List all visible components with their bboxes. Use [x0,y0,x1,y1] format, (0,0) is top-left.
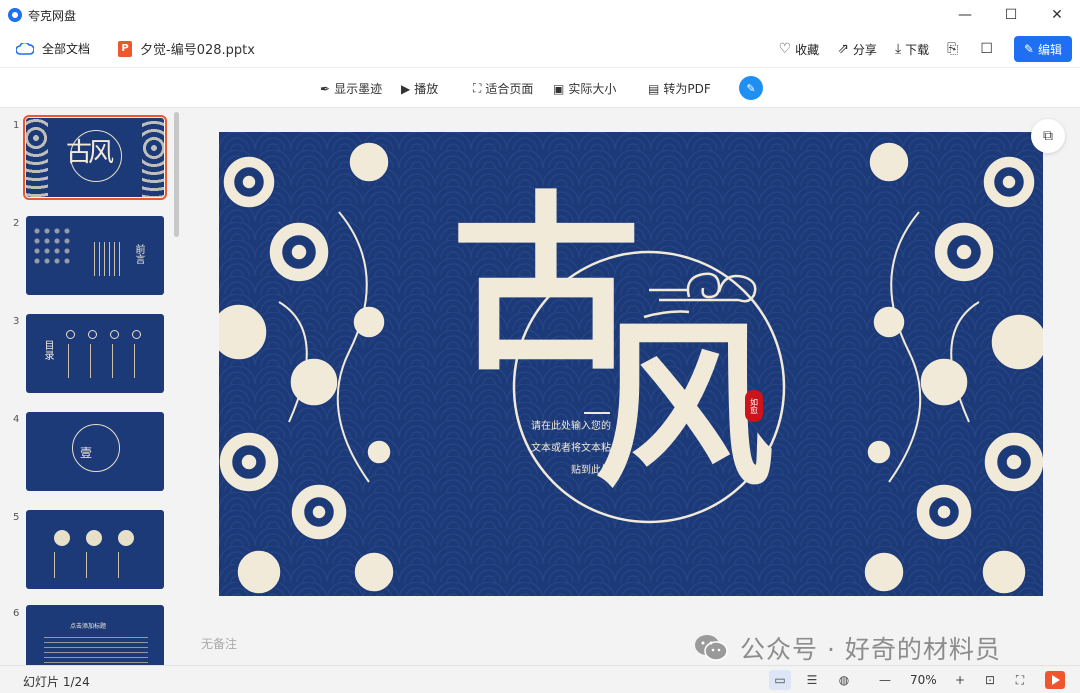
pptx-file-icon: P [118,40,133,57]
heart-icon: ♡ [778,41,792,57]
red-seal-stamp: 如愈 [745,390,763,422]
ink-icon: ✒ [320,81,331,96]
thumb-number: 5 [13,512,20,523]
export-button[interactable]: ⎘ [938,41,971,57]
app-logo-icon [8,8,22,22]
fit-page-icon: ⛶ [473,81,482,95]
thumb-number: 4 [13,414,20,425]
thumbnail-slide-5[interactable] [26,510,164,589]
watermark: 公众号 · 好奇的材料员 [694,630,1001,666]
minimize-button[interactable]: — [942,0,988,30]
feedback-button[interactable]: ☐ [971,41,1006,57]
cloud-icon [16,42,34,55]
fullscreen-icon: ⛶ [1015,672,1025,687]
download-icon: ⤓ [894,41,902,57]
favorite-button[interactable]: ♡ 收藏 [770,41,829,58]
normal-view-button[interactable]: ▭ [769,670,791,690]
file-name: 夕觉-编号028.pptx [140,43,255,58]
play-button[interactable]: ▶ 播放 [401,80,438,97]
slide-counter: 幻灯片 1/24 [23,675,90,689]
notes-view-button[interactable]: ☰ [801,670,823,690]
notes-placeholder[interactable]: 无备注 [201,635,237,652]
export-icon: ⎘ [947,41,959,57]
to-pdf-button[interactable]: ▤ 转为PDF [648,80,711,97]
notes-view-icon: ☰ [806,673,818,687]
feedback-icon: ☐ [980,41,993,57]
thumb-title: 目录 [42,340,53,360]
thumb-number: 3 [13,316,20,327]
app-title: 夸克网盘 [28,8,77,23]
close-button[interactable]: ✕ [1034,0,1080,30]
globe-icon: ◍ [838,673,850,687]
watermark-text: 公众号 · 好奇的材料员 [740,635,1001,664]
thumb-title: 前言 [133,244,144,264]
scan-icon: ⧉ [1043,128,1053,144]
share-button[interactable]: ⇗ 分享 [828,41,886,58]
fullscreen-button[interactable]: ⛶ [1009,670,1031,690]
slide-tool-button[interactable]: ⧉ [1031,119,1065,153]
share-icon: ⇗ [837,41,849,57]
zoom-level: 70% [910,673,937,687]
thumb-number: 1 [13,120,20,131]
document-toolbar: 全部文档 P 夕觉-编号028.pptx ♡ 收藏 ⇗ 分享 ⤓ 下载 ⎘ ☐ ✎ 编辑 [0,30,1080,68]
ai-icon: ✎ [746,81,756,95]
pdf-icon: ▤ [648,81,660,96]
thumbnail-slide-2[interactable]: 前言 [26,216,164,295]
slideshow-play-button[interactable] [1045,671,1065,689]
play-icon: ▶ [401,81,411,96]
thumb-number: 6 [13,608,20,619]
fit-window-button[interactable]: ⊡ [979,670,1001,690]
slide-body-text: 请在此处输入您的 文本或者将文本粘 贴到此处 [487,416,611,482]
pencil-icon: ✎ [1023,42,1034,56]
thumb-number: 2 [13,218,20,229]
slide-divider [584,412,610,414]
thumbnail-slide-6[interactable]: 点击添加标题 [26,605,164,665]
thumb-title: 古风 [66,138,114,168]
wechat-icon [695,635,728,661]
thumbnail-slide-1[interactable]: 古风 [23,115,167,200]
slide-body-line: 贴到此处 [571,465,611,476]
status-bar: 幻灯片 1/24 ▭ ☰ ◍ — 70% + ⊡ ⛶ [0,665,1080,693]
ai-assistant-button[interactable]: ✎ [739,76,763,100]
edit-button[interactable]: ✎ 编辑 [1013,36,1072,62]
maximize-button[interactable]: ☐ [988,0,1034,30]
download-button[interactable]: ⤓ 下载 [886,41,938,58]
fit-window-icon: ⊡ [984,673,996,687]
actual-size-button[interactable]: ▣ 实际大小 [553,80,616,97]
slide-preview: 古 风 请在此处输入您的 文本或者将文本粘 贴到此处 [219,132,1043,596]
fit-page-button[interactable]: ⛶ 适合页面 [473,80,533,97]
thumb-title: 点击添加标题 [70,623,107,630]
slide-body-line: 请在此处输入您的 [531,421,611,432]
thumb-title: 壹 [80,446,93,460]
actual-size-icon: ▣ [553,81,565,96]
thumbnail-slide-3[interactable]: 目录 [26,314,164,393]
all-docs-link[interactable]: 全部文档 [42,40,90,57]
zoom-in-button[interactable]: + [949,670,971,690]
thumbnail-slide-4[interactable]: 壹 [26,412,164,491]
thumbnail-sidebar: 1 古风 2 前言 3 目录 4 壹 5 6 点击添加标题 [0,108,183,665]
show-ink-button[interactable]: ✒ 显示墨迹 [320,80,382,97]
zoom-out-button[interactable]: — [874,670,896,690]
view-toolbar: ✒ 显示墨迹 ▶ 播放 ⛶ 适合页面 ▣ 实际大小 ▤ 转为PDF [0,68,1080,108]
normal-view-icon: ▭ [774,673,786,687]
window-controls: — ☐ ✕ [942,0,1080,30]
slide-body-line: 文本或者将文本粘 [531,443,611,454]
sidebar-scrollbar[interactable] [174,112,179,237]
language-button[interactable]: ◍ [833,670,855,690]
title-bar: 夸克网盘 — ☐ ✕ [0,0,1080,30]
right-tools: ♡ 收藏 ⇗ 分享 ⤓ 下载 ⎘ ☐ ✎ 编辑 [770,30,1072,68]
